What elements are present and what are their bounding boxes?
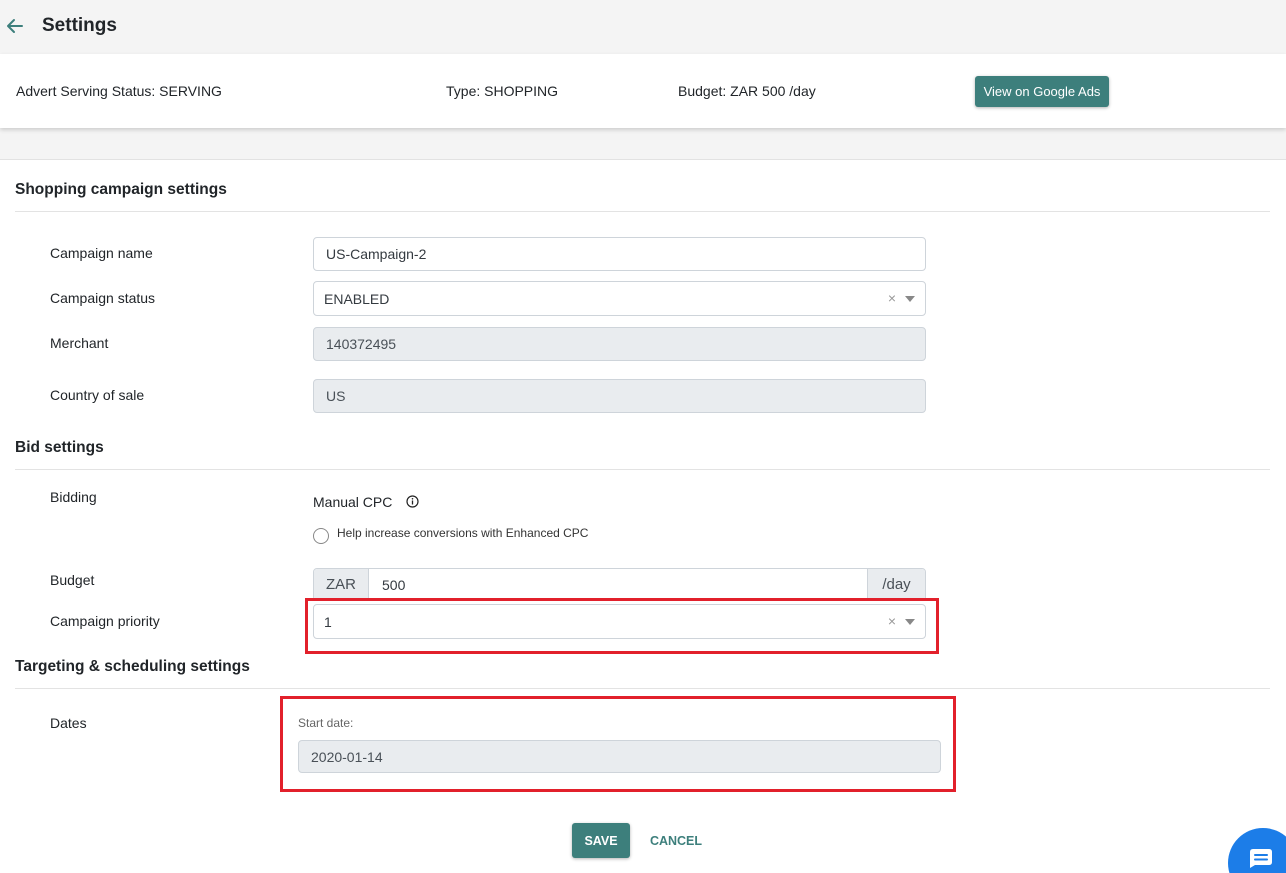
budget-input[interactable]: 500 (369, 569, 867, 600)
priority-highlight-box (305, 598, 939, 654)
dates-label: Dates (50, 715, 87, 731)
budget-value: 500 (382, 576, 406, 593)
clear-icon[interactable]: × (888, 290, 896, 306)
dates-highlight-box (280, 696, 956, 792)
top-bar: Settings (0, 0, 1286, 54)
campaign-type-text: Type: SHOPPING (446, 83, 559, 99)
country-of-sale-value: US (326, 388, 346, 404)
save-button[interactable]: SAVE (572, 823, 630, 858)
info-icon[interactable] (406, 495, 419, 508)
merchant-label: Merchant (50, 335, 109, 351)
bidding-strategy-value: Manual CPC (313, 494, 393, 510)
enhanced-cpc-radio[interactable] (313, 528, 329, 544)
divider (15, 469, 1270, 470)
chevron-down-icon[interactable] (905, 296, 915, 302)
section-title-bid: Bid settings (15, 439, 104, 456)
page-title: Settings (42, 15, 117, 36)
campaign-name-value: US-Campaign-2 (326, 246, 427, 262)
country-of-sale-field: US (313, 379, 926, 413)
section-title-targeting: Targeting & scheduling settings (15, 658, 250, 675)
country-of-sale-label: Country of sale (50, 387, 145, 403)
merchant-value: 140372495 (326, 336, 397, 352)
merchant-field: 140372495 (313, 327, 926, 361)
bidding-label: Bidding (50, 489, 97, 505)
arrow-left-icon[interactable] (4, 15, 26, 37)
budget-label: Budget (50, 572, 95, 588)
campaign-status-label: Campaign status (50, 290, 156, 306)
campaign-name-label: Campaign name (50, 245, 153, 261)
chat-icon (1250, 849, 1272, 868)
chat-widget-button[interactable] (1228, 828, 1286, 873)
campaign-name-input[interactable]: US-Campaign-2 (313, 237, 926, 271)
section-title-shopping: Shopping campaign settings (15, 181, 227, 198)
campaign-priority-label: Campaign priority (50, 613, 160, 629)
campaign-status-bar: Advert Serving Status: SERVING Type: SHO… (0, 54, 1286, 128)
campaign-status-select[interactable]: ENABLED × (313, 281, 926, 316)
budget-summary-text: Budget: ZAR 500 /day (678, 83, 816, 99)
section-spacer (0, 128, 1286, 160)
cancel-button[interactable]: CANCEL (645, 823, 707, 858)
budget-input-group: ZAR 500 /day (313, 568, 926, 601)
divider (15, 688, 1270, 689)
view-on-google-ads-button[interactable]: View on Google Ads (975, 76, 1109, 107)
budget-currency-addon: ZAR (314, 569, 369, 600)
campaign-status-value: ENABLED (324, 290, 390, 307)
divider (15, 211, 1270, 212)
serving-status-text: Advert Serving Status: SERVING (16, 83, 222, 99)
enhanced-cpc-label: Help increase conversions with Enhanced … (337, 526, 589, 540)
budget-unit-addon: /day (867, 569, 925, 600)
